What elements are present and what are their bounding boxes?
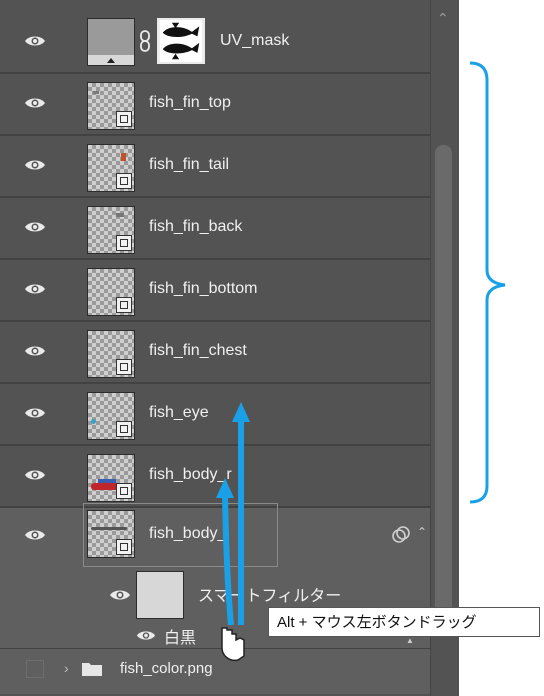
smart-object-icon [116,173,132,189]
layer-row-fish-fin-chest[interactable]: fish_fin_chest [0,322,430,384]
folder-icon [82,663,102,676]
smart-object-icon [116,483,132,499]
layer-row-fish-fin-back[interactable]: fish_fin_back [0,198,430,260]
layer-thumbnail [87,82,135,130]
layer-name: fish_fin_bottom [149,280,258,297]
smart-filter-icon[interactable] [392,526,410,544]
layer-thumbnail [87,144,135,192]
eye-icon[interactable] [24,158,46,172]
layer-name: fish_eye [149,404,209,421]
layer-name: fish_fin_chest [149,342,247,359]
layer-thumbnail [87,206,135,254]
mask-thumbnail[interactable] [157,18,205,64]
layer-row-fish-fin-bottom[interactable]: fish_fin_bottom [0,260,430,322]
eye-icon[interactable] [136,629,156,642]
layer-name: fish_fin_top [149,94,231,111]
bracket-annotation [469,61,506,504]
instruction-tooltip: Alt + マウス左ボタンドラッグ [268,607,540,637]
layers-panel: UV_mask fish_fin_top fish_fin_tail fish_… [0,0,458,696]
eye-icon[interactable] [24,34,46,48]
layer-thumbnail [87,18,135,66]
layer-name: fish_fin_tail [149,156,230,173]
smart-object-icon [116,235,132,251]
layer-name: fish_fin_back [149,218,243,235]
layer-thumbnail [87,330,135,378]
layer-thumbnail [87,392,135,440]
layer-name: UV_mask [220,32,290,49]
link-icon[interactable] [139,30,151,52]
eye-icon[interactable] [24,406,46,420]
smart-object-icon [116,421,132,437]
eye-icon[interactable] [24,468,46,482]
eye-icon[interactable] [24,282,46,296]
smart-object-icon [116,297,132,313]
eye-icon[interactable] [24,528,46,542]
layer-row-uv-mask[interactable]: UV_mask [0,12,430,74]
eye-icon[interactable] [109,588,131,602]
visibility-checkbox[interactable] [26,660,44,678]
eye-icon[interactable] [24,220,46,234]
eye-icon[interactable] [24,96,46,110]
selection-highlight [83,503,278,567]
smart-object-icon [116,359,132,375]
layer-thumbnail [87,454,135,502]
scrollbar-thumb[interactable] [435,145,452,615]
filter-name[interactable]: 白黒 [164,624,196,648]
scroll-up-icon[interactable]: ⌃ [437,10,449,27]
layer-row-fish-fin-top[interactable]: fish_fin_top [0,74,430,136]
filter-mask-thumbnail[interactable] [136,571,184,619]
chevron-up-icon[interactable]: ⌃ [417,525,427,539]
layer-name: fish_body_r [149,466,232,483]
layer-row-fish-body-r[interactable]: fish_body_r [0,446,430,508]
group-name: fish_color.png [120,660,213,677]
layer-row-fish-eye[interactable]: fish_eye [0,384,430,446]
layer-thumbnail [87,268,135,316]
chevron-right-icon[interactable]: › [64,660,69,676]
smart-filter-label: スマートフィルター [198,588,342,605]
layer-row-fish-fin-tail[interactable]: fish_fin_tail [0,136,430,198]
eye-icon[interactable] [24,344,46,358]
smart-object-icon [116,111,132,127]
